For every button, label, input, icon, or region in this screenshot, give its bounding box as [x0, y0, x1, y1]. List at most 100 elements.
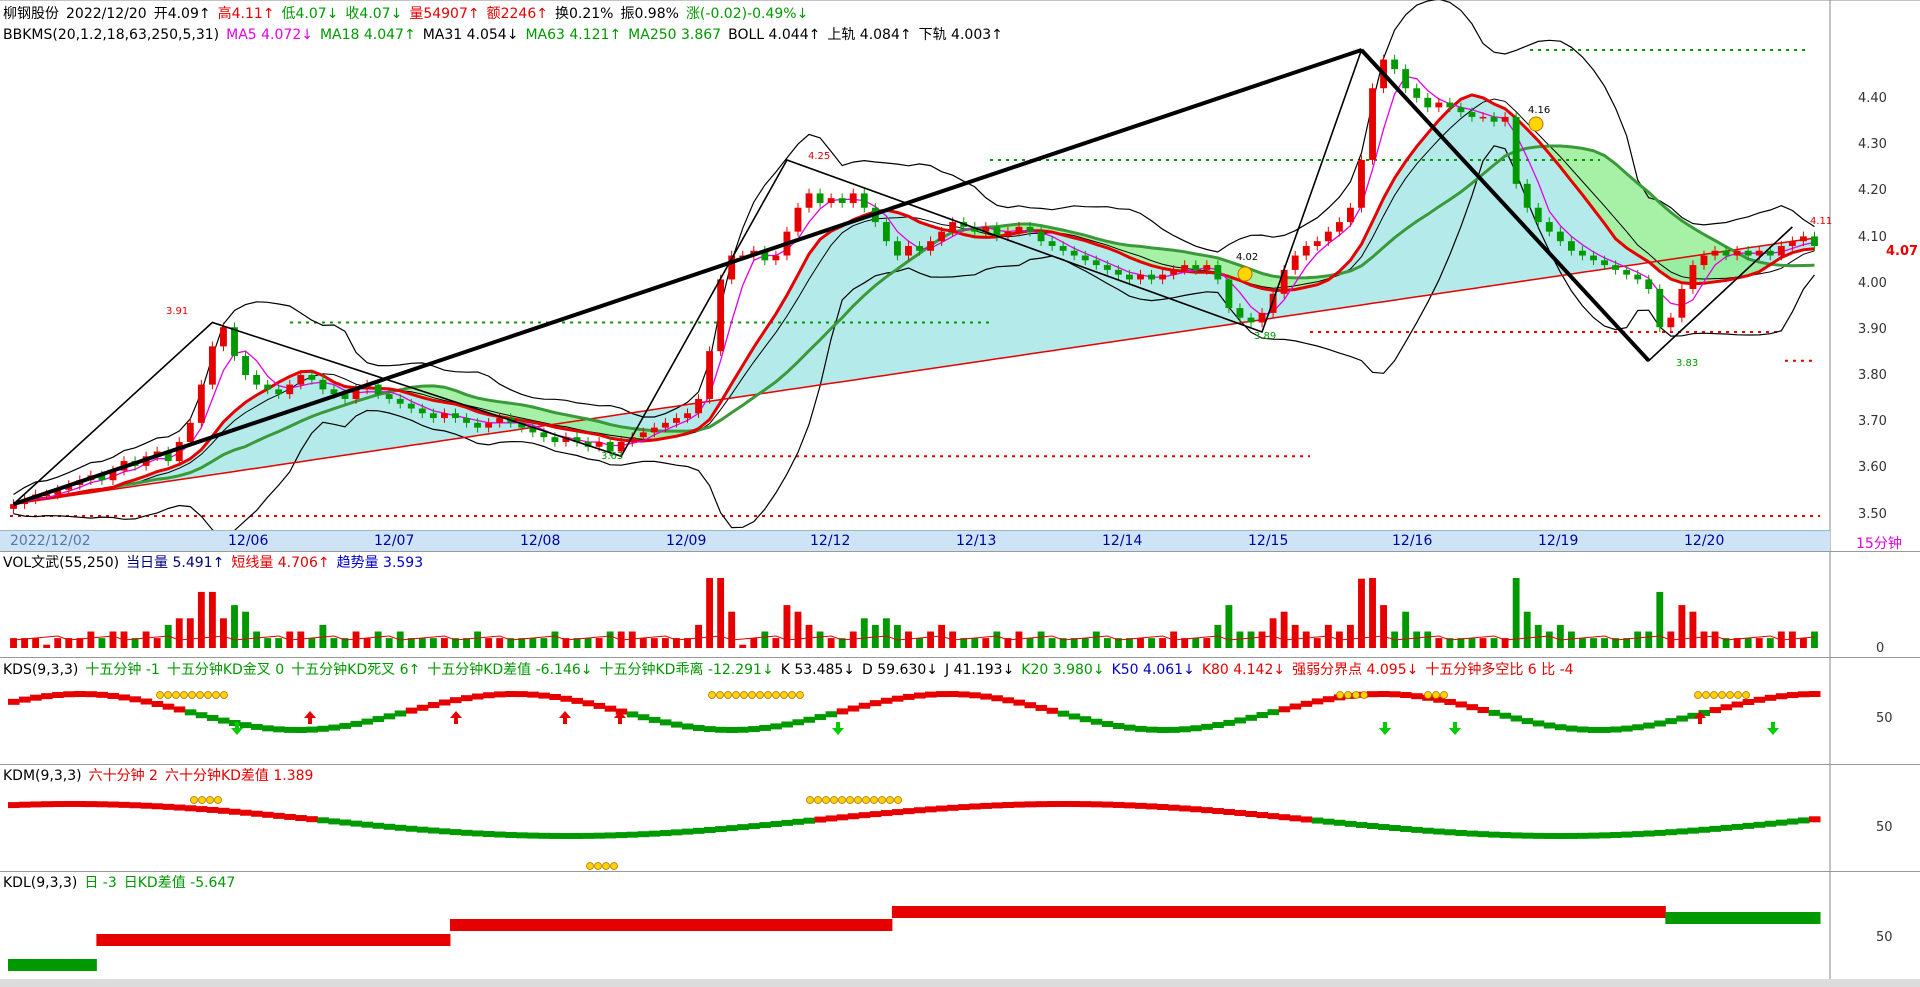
kds-ribbon	[8, 698, 20, 705]
kds-strength: 强弱分界点 4.095↓	[1292, 662, 1419, 678]
kds-ribbon	[361, 718, 374, 725]
period-selector[interactable]: 15分钟	[1856, 533, 1902, 553]
candle-body	[1490, 116, 1498, 122]
kdl-ribbon	[1400, 906, 1412, 918]
candle-body	[595, 441, 603, 447]
candle-body	[1313, 241, 1321, 246]
kds-ribbon	[151, 700, 164, 707]
kds-ribbon	[339, 722, 352, 729]
vol-axis-label: 0	[1876, 641, 1885, 656]
kdl-ribbon	[1146, 906, 1158, 918]
date-label: 12/07	[374, 533, 415, 549]
candle-body	[1391, 59, 1399, 70]
kdm-ribbon	[1521, 832, 1534, 839]
volume-bar	[98, 638, 106, 648]
kdl-ribbon	[162, 934, 175, 946]
kdl-ribbon	[991, 906, 1003, 918]
candle-body	[540, 432, 548, 438]
signal-dot	[1336, 691, 1344, 699]
up-arrow-icon	[559, 711, 571, 724]
low-value: 低4.07↓	[281, 6, 339, 22]
signal-dot	[894, 796, 902, 804]
kds-ribbon	[869, 700, 882, 707]
signal-dot	[212, 691, 220, 699]
kds-ribbon	[74, 691, 86, 698]
kds-ribbon	[891, 695, 904, 702]
kdl-ribbon	[206, 934, 219, 946]
volume-bar	[1092, 631, 1100, 648]
kdm-ribbon	[140, 802, 153, 809]
kdl-ribbon	[1068, 906, 1081, 918]
kds-ribbon	[527, 691, 539, 698]
kdm-ribbon	[659, 830, 672, 837]
volume-bar	[1645, 631, 1653, 648]
kds-axis-label: 50	[1876, 711, 1893, 726]
signal-dot	[220, 691, 228, 699]
volume-bar	[982, 638, 990, 648]
kdm-ribbon	[748, 823, 760, 830]
kdl-ribbon	[151, 934, 164, 946]
kdl-ribbon	[1775, 912, 1788, 924]
signal-dot	[1424, 691, 1432, 699]
kdl-ribbon	[195, 934, 208, 946]
signal-dot	[1344, 691, 1352, 699]
kdl-ribbon	[1444, 906, 1456, 918]
kds-ribbon	[858, 702, 871, 709]
kdm-ribbon	[1543, 832, 1556, 839]
volume-bar	[109, 631, 117, 648]
signal-dot	[180, 691, 188, 699]
kdl-ribbon	[19, 959, 31, 971]
chart-canvas[interactable]	[0, 0, 1920, 987]
signal-dot	[1360, 691, 1368, 699]
kdm-ribbon	[1797, 817, 1810, 824]
signal-dot	[878, 796, 886, 804]
kdl-ribbon	[1797, 912, 1810, 924]
kdl-ribbon	[1720, 912, 1733, 924]
kdl-ribbon	[74, 959, 86, 971]
kdl-ribbon	[858, 919, 871, 931]
kdl-ribbon	[85, 959, 97, 971]
kdm-ribbon	[416, 826, 429, 833]
kdl-ribbon	[1289, 906, 1302, 918]
candle-body	[1291, 255, 1299, 270]
high-value: 高4.11↑	[217, 6, 275, 22]
candle-body	[1446, 102, 1454, 108]
date-label: 12/08	[520, 533, 561, 549]
kds-ribbon	[836, 708, 849, 715]
kds-item: 十五分钟KD金叉 0	[166, 662, 285, 678]
date-axis[interactable]: 2022/12/02 12/06 12/07 12/08 12/09 12/12…	[0, 530, 1830, 552]
volume-bar	[1291, 624, 1299, 648]
volume-bar	[1700, 631, 1708, 648]
signal-dot	[586, 862, 594, 870]
volume-bar	[1468, 638, 1476, 648]
kdl-ribbon	[1477, 906, 1490, 918]
kdl-ribbon	[604, 919, 617, 931]
kdl-ribbon	[449, 919, 462, 931]
kds-ribbon	[958, 691, 970, 698]
kds-ribbon	[52, 691, 64, 698]
signal-dot	[1726, 691, 1734, 699]
candle-body	[297, 375, 305, 385]
kds-ribbon	[1455, 701, 1467, 708]
volume-bar	[882, 618, 890, 648]
kds-k50: K50 4.061↓	[1111, 662, 1195, 678]
kdl-ribbon	[1665, 912, 1677, 924]
candle-body	[1800, 236, 1807, 242]
kds-ribbon	[206, 714, 219, 721]
kds-header: KDS(9,3,3) 十五分钟 -1 十五分钟KD金叉 0 十五分钟KD死叉 6↑ 十五…	[3, 661, 1581, 680]
panel-divider	[0, 551, 1920, 552]
kds-ribbon	[1322, 696, 1335, 703]
signal-dot	[1710, 691, 1718, 699]
candle-body	[1457, 107, 1465, 113]
volume-bar	[1755, 638, 1763, 648]
candle-body	[319, 379, 327, 390]
kdm-ribbon	[206, 806, 219, 813]
volume-bar	[385, 638, 393, 648]
kds-k20: K20 3.980↓	[1021, 662, 1105, 678]
kdm-ribbon	[681, 828, 694, 835]
volume-bar	[661, 638, 669, 648]
candle-body	[175, 441, 183, 462]
kdm-ribbon	[1532, 832, 1545, 839]
kdm-ribbon	[615, 832, 628, 839]
kdl-ribbon	[1532, 906, 1545, 918]
